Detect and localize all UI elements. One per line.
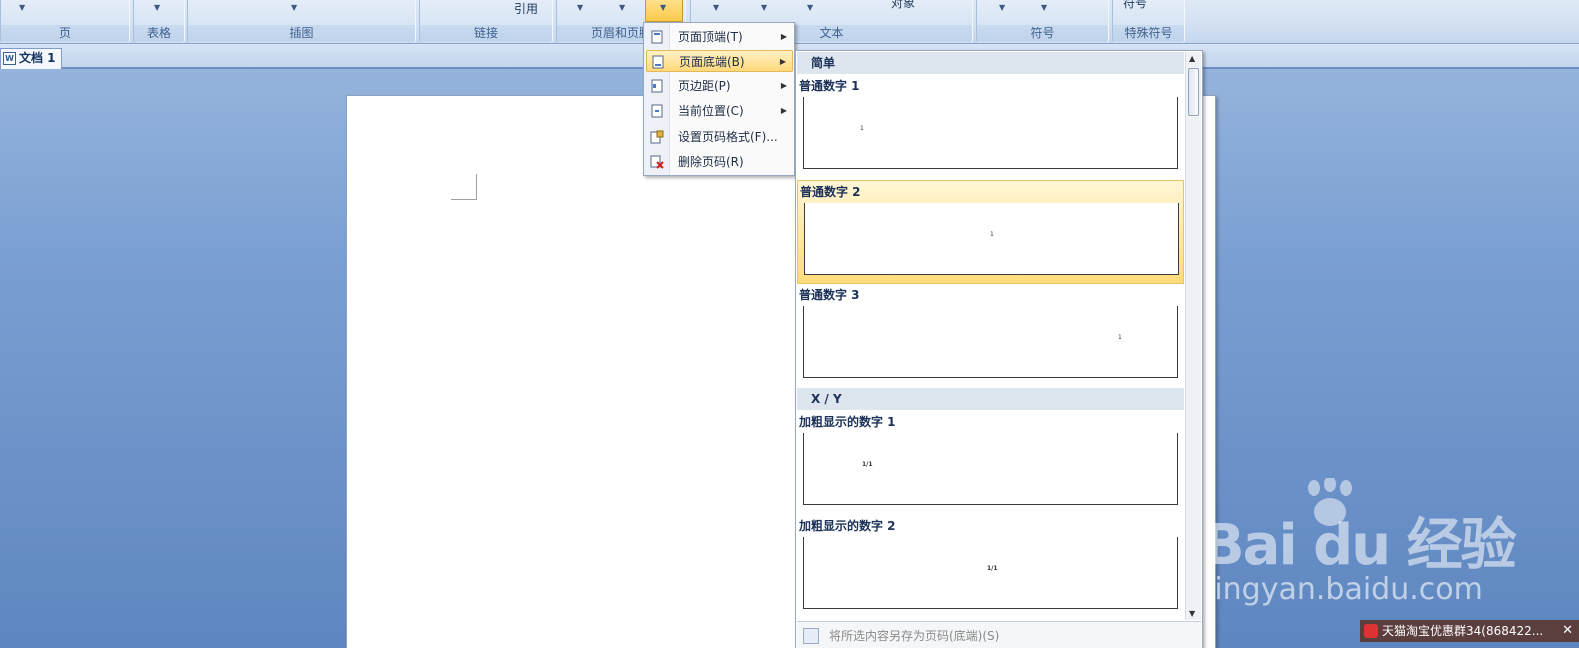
gallery-item-preview: 1 xyxy=(804,203,1179,275)
gallery-item-bold-number-1[interactable]: 加粗显示的数字 1 1/1 xyxy=(797,411,1184,515)
ribbon-group-special-symbols: 符号 特殊符号 xyxy=(1112,0,1185,43)
notification-text: 天猫淘宝优惠群34(868422... xyxy=(1382,624,1544,638)
menu-item-page-bottom[interactable]: 页面底端(B) ▶ xyxy=(646,50,793,72)
gallery-section-header: 简单 xyxy=(797,52,1184,74)
group-label: 链接 xyxy=(420,25,552,41)
group-label: 页 xyxy=(1,25,129,41)
page-bottom-gallery: 简单 普通数字 1 1 普通数字 2 1 普通数字 3 1 X / Y 加粗显示… xyxy=(795,50,1203,648)
notification-app-icon xyxy=(1364,624,1378,638)
gallery-item-title: 加粗显示的数字 2 xyxy=(799,519,896,533)
save-to-gallery-icon xyxy=(803,628,819,644)
gallery-item-title: 普通数字 2 xyxy=(800,185,861,199)
menu-item-label: 页面顶端(T) xyxy=(678,30,743,44)
submenu-arrow-icon: ▶ xyxy=(780,106,787,115)
page-margin-icon xyxy=(651,79,663,93)
symbol-button[interactable]: 符号 xyxy=(1123,0,1147,11)
page-number-sample: 1 xyxy=(860,125,864,132)
menu-item-delete-page-number[interactable]: 删除页码(R) xyxy=(646,151,793,173)
ribbon-group-links: 引用 链接 xyxy=(419,0,553,43)
ribbon-group-table: ▼ 表格 xyxy=(133,0,185,43)
menu-item-label: 页边距(P) xyxy=(678,79,731,93)
ribbon-group-symbols: ▼ ▼ 符号 xyxy=(976,0,1109,43)
footer-dropdown-arrow-icon[interactable]: ▼ xyxy=(619,3,625,12)
gallery-item-plain-number-2[interactable]: 普通数字 2 1 xyxy=(797,180,1184,284)
save-selection-as-page-number-button[interactable]: 将所选内容另存为页码(底端)(S) xyxy=(797,621,1201,648)
document-tab-label: 文档 1 xyxy=(19,51,56,65)
current-position-icon xyxy=(651,104,663,118)
gallery-item-plain-number-3[interactable]: 普通数字 3 1 xyxy=(797,284,1184,388)
menu-item-label: 删除页码(R) xyxy=(678,155,744,169)
scrollbar-thumb[interactable] xyxy=(1188,68,1199,116)
gallery-item-plain-number-1[interactable]: 普通数字 1 1 xyxy=(797,75,1184,179)
baidu-url-watermark: jingyan.baidu.com xyxy=(1206,572,1483,607)
delete-page-number-icon xyxy=(650,155,664,169)
ribbon-group-page: ▼ 页 xyxy=(0,0,130,43)
gallery-item-preview: 1 xyxy=(803,306,1178,378)
page-number-sample: 1 xyxy=(1118,334,1122,341)
word-document-icon: W xyxy=(3,52,16,65)
menu-item-current-position[interactable]: 当前位置(C) ▶ xyxy=(646,100,793,122)
gallery-scrollbar[interactable]: ▲ ▼ xyxy=(1185,52,1201,620)
baidu-logo-watermark: Bai du 经验 xyxy=(1202,513,1517,578)
gallery-item-preview: 1 xyxy=(803,97,1178,169)
page-number-sample: 1/1 xyxy=(987,565,998,572)
submenu-arrow-icon: ▶ xyxy=(780,81,787,90)
scroll-up-arrow-icon[interactable]: ▲ xyxy=(1189,54,1195,63)
object-button[interactable]: 对象 xyxy=(891,0,915,11)
menu-item-page-top[interactable]: 页面顶端(T) ▶ xyxy=(646,26,793,48)
dropdown-arrow-icon[interactable]: ▼ xyxy=(761,3,767,12)
dropdown-arrow-icon[interactable]: ▼ xyxy=(713,3,719,12)
page-number-sample: 1 xyxy=(990,231,994,238)
dropdown-arrow-icon[interactable]: ▼ xyxy=(154,3,160,12)
dropdown-arrow-icon[interactable]: ▼ xyxy=(291,3,297,12)
header-dropdown-arrow-icon[interactable]: ▼ xyxy=(577,3,583,12)
gallery-item-bold-number-2[interactable]: 加粗显示的数字 2 1/1 xyxy=(797,515,1184,619)
dropdown-arrow-icon[interactable]: ▼ xyxy=(1041,3,1047,12)
page-number-button[interactable]: ▼ xyxy=(645,0,683,22)
group-label: 表格 xyxy=(134,25,184,41)
dropdown-arrow-icon[interactable]: ▼ xyxy=(19,3,25,12)
close-icon[interactable]: ✕ xyxy=(1562,620,1573,642)
cross-reference-button[interactable]: 引用 xyxy=(514,0,538,17)
gallery-item-title: 普通数字 3 xyxy=(799,288,860,302)
page-number-menu: 页面顶端(T) ▶ 页面底端(B) ▶ 页边距(P) ▶ 当前位置(C) ▶ 设… xyxy=(643,22,795,176)
notification-toast[interactable]: 天猫淘宝优惠群34(868422... ✕ xyxy=(1360,620,1579,642)
ribbon-group-illustrations: ▼ 插图 xyxy=(187,0,416,43)
submenu-arrow-icon: ▶ xyxy=(779,57,786,66)
document-tab[interactable]: W 文档 1 xyxy=(0,48,62,69)
menu-item-page-margin[interactable]: 页边距(P) ▶ xyxy=(646,75,793,97)
scroll-down-arrow-icon[interactable]: ▼ xyxy=(1189,609,1195,618)
gallery-item-preview: 1/1 xyxy=(803,433,1178,505)
group-label: 特殊符号 xyxy=(1113,25,1184,41)
submenu-arrow-icon: ▶ xyxy=(780,32,787,41)
menu-item-label: 设置页码格式(F)... xyxy=(678,130,778,144)
margin-corner-mark xyxy=(451,174,477,200)
gallery-item-preview: 1/1 xyxy=(803,537,1178,609)
gallery-footer-label: 将所选内容另存为页码(底端)(S) xyxy=(829,629,1000,643)
menu-item-label: 当前位置(C) xyxy=(678,104,744,118)
format-page-number-icon xyxy=(650,130,664,144)
gallery-item-title: 普通数字 1 xyxy=(799,79,860,93)
gallery-section-header: X / Y xyxy=(797,388,1184,410)
menu-item-label: 页面底端(B) xyxy=(679,55,745,69)
dropdown-arrow-icon: ▼ xyxy=(660,3,667,12)
page-bottom-icon xyxy=(652,55,664,69)
page-top-icon xyxy=(651,30,663,44)
dropdown-arrow-icon[interactable]: ▼ xyxy=(999,3,1005,12)
menu-item-format-page-number[interactable]: 设置页码格式(F)... xyxy=(646,126,793,148)
group-label: 插图 xyxy=(188,25,415,41)
page-number-sample: 1/1 xyxy=(862,461,873,468)
group-label: 符号 xyxy=(977,25,1108,41)
dropdown-arrow-icon[interactable]: ▼ xyxy=(807,3,813,12)
gallery-item-title: 加粗显示的数字 1 xyxy=(799,415,896,429)
